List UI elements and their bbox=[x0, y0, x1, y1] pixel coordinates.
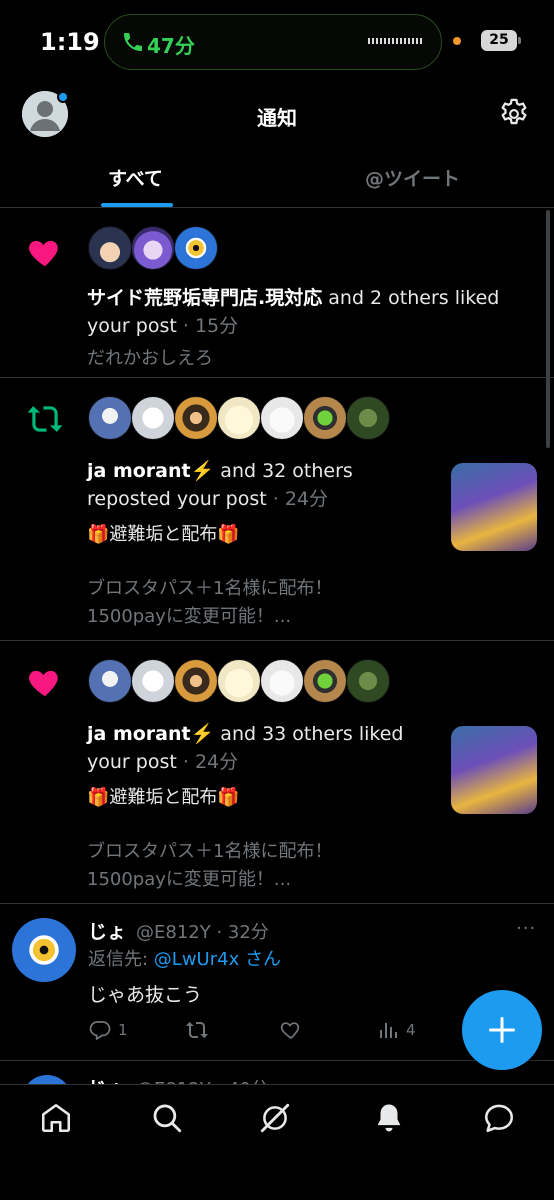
settings-gear-icon[interactable] bbox=[497, 97, 531, 131]
search-icon[interactable] bbox=[150, 1101, 184, 1135]
avatar[interactable] bbox=[88, 226, 132, 270]
mic-indicator-icon bbox=[453, 37, 461, 45]
grok-icon[interactable] bbox=[258, 1101, 292, 1135]
post-thumbnail[interactable] bbox=[451, 726, 537, 814]
more-options-icon[interactable]: ··· bbox=[516, 918, 536, 939]
status-bar: 1:19 47分 25 bbox=[0, 0, 554, 84]
phone-icon bbox=[124, 33, 142, 51]
actor-name[interactable]: ja morant⚡️ bbox=[87, 723, 214, 745]
reply-prefix: 返信先: bbox=[88, 949, 154, 970]
battery-indicator: 25 bbox=[481, 30, 521, 51]
post-title: 🎁避難垢と配布🎁 bbox=[87, 524, 240, 545]
messages-icon[interactable] bbox=[482, 1101, 516, 1135]
actor-name[interactable]: サイド荒野垢専門店.現対応 bbox=[87, 287, 322, 309]
action-text: and 33 others liked bbox=[214, 723, 404, 745]
plus-icon bbox=[489, 1017, 515, 1043]
avatar[interactable] bbox=[12, 918, 76, 982]
avatar[interactable] bbox=[260, 396, 304, 440]
notification-repost[interactable]: ja morant⚡️ and 32 others reposted your … bbox=[0, 378, 554, 641]
avatar[interactable] bbox=[174, 226, 218, 270]
notification-text: ja morant⚡️ and 32 others reposted your … bbox=[87, 460, 353, 510]
post-preview: だれかおしえろ bbox=[87, 348, 213, 369]
retweet-icon bbox=[186, 1021, 208, 1039]
notifications-icon[interactable] bbox=[372, 1101, 406, 1135]
post-preview-line: ブロスタパス＋1名様に配布！ bbox=[87, 578, 333, 599]
avatar[interactable] bbox=[88, 396, 132, 440]
avatar[interactable] bbox=[174, 659, 218, 703]
author-handle-time: @E812Y · 32分 bbox=[136, 922, 269, 943]
replying-to: 返信先: @LwUr4x さん bbox=[88, 945, 281, 971]
post-preview-line: 1500payに変更可能！... bbox=[87, 869, 292, 890]
notification-like[interactable]: ja morant⚡️ and 33 others liked your pos… bbox=[0, 641, 554, 904]
notification-like[interactable]: サイド荒野垢専門店.現対応 and 2 others liked your po… bbox=[0, 209, 554, 378]
post-thumbnail[interactable] bbox=[451, 463, 537, 551]
tweet-text: じゃあ抜こう bbox=[88, 984, 203, 1006]
heart-icon bbox=[29, 240, 58, 267]
author-name[interactable]: じょ bbox=[88, 917, 126, 944]
reply-button[interactable]: 1 bbox=[88, 1016, 148, 1044]
avatar[interactable] bbox=[131, 396, 175, 440]
timestamp: 15分 bbox=[194, 315, 239, 337]
compose-button[interactable] bbox=[462, 990, 542, 1070]
notification-tabs: すべて @ツイート bbox=[0, 148, 554, 208]
action-text: and 32 others bbox=[214, 460, 353, 482]
tab-all[interactable]: すべて bbox=[108, 164, 163, 191]
avatar[interactable] bbox=[131, 226, 175, 270]
retweet-button[interactable] bbox=[184, 1016, 224, 1044]
tab-mentions[interactable]: @ツイート bbox=[365, 164, 460, 191]
header: 通知 bbox=[0, 84, 554, 148]
home-icon[interactable] bbox=[39, 1101, 73, 1135]
views-count: 4 bbox=[406, 1021, 416, 1039]
page-title: 通知 bbox=[257, 106, 297, 130]
notification-text: サイド荒野垢専門店.現対応 and 2 others liked your po… bbox=[87, 287, 500, 337]
author-name: じょ bbox=[88, 1074, 126, 1084]
audio-waveform-icon bbox=[368, 38, 424, 44]
timestamp: 24分 bbox=[284, 488, 329, 510]
avatar[interactable] bbox=[131, 659, 175, 703]
post-title: 🎁避難垢と配布🎁 bbox=[87, 787, 240, 808]
active-call-pill[interactable]: 47分 bbox=[104, 14, 442, 70]
actor-name[interactable]: ja morant⚡️ bbox=[87, 460, 214, 482]
avatar[interactable] bbox=[88, 659, 132, 703]
avatar[interactable] bbox=[174, 396, 218, 440]
like-button[interactable] bbox=[278, 1016, 318, 1044]
status-time: 1:19 bbox=[40, 28, 100, 56]
avatar[interactable] bbox=[217, 659, 261, 703]
avatar[interactable] bbox=[303, 396, 347, 440]
repost-icon bbox=[27, 406, 63, 432]
notification-text: ja morant⚡️ and 33 others liked your pos… bbox=[87, 723, 404, 773]
avatar[interactable] bbox=[346, 659, 390, 703]
action-text: your post bbox=[87, 751, 177, 773]
views-icon bbox=[380, 1023, 397, 1038]
heart-icon bbox=[29, 670, 58, 697]
avatar[interactable] bbox=[217, 396, 261, 440]
reply-count: 1 bbox=[118, 1021, 128, 1039]
post-preview-line: ブロスタパス＋1名様に配布！ bbox=[87, 841, 333, 862]
call-duration: 47分 bbox=[147, 34, 195, 58]
scrollbar[interactable] bbox=[546, 210, 550, 448]
post-preview-line: 1500payに変更可能！... bbox=[87, 606, 292, 627]
reply-handle-link[interactable]: @LwUr4x さん bbox=[154, 949, 281, 970]
author-handle-time: @E812Y · 40分 bbox=[136, 1075, 269, 1084]
avatar[interactable] bbox=[22, 1075, 72, 1084]
avatar[interactable] bbox=[260, 659, 304, 703]
views-button[interactable]: 4 bbox=[376, 1016, 426, 1044]
heart-outline-icon bbox=[280, 1022, 300, 1039]
active-tab-indicator bbox=[101, 203, 173, 207]
bottom-navigation bbox=[0, 1084, 554, 1200]
reply-icon bbox=[89, 1021, 111, 1040]
avatar[interactable] bbox=[303, 659, 347, 703]
avatar[interactable] bbox=[346, 396, 390, 440]
timestamp: 24分 bbox=[194, 751, 239, 773]
action-text: reposted your post bbox=[87, 488, 267, 510]
